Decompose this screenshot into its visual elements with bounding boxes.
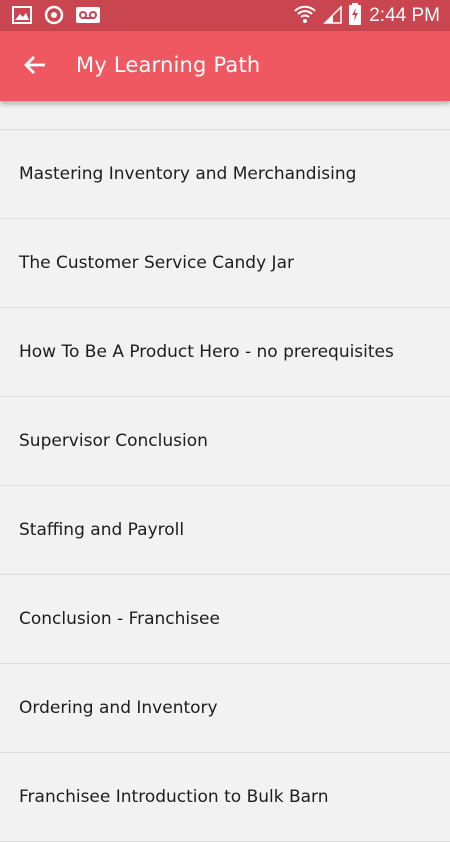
list-item[interactable]: Conclusion - Franchisee (0, 575, 450, 664)
sync-icon (44, 5, 64, 29)
list-item-label: Mastering Inventory and Merchandising (19, 164, 357, 184)
list-item-label: Staffing and Payroll (19, 520, 185, 540)
page-title: My Learning Path (76, 53, 261, 77)
list-item-label: Supervisor Conclusion (19, 431, 208, 451)
list-item[interactable]: Supervisor Conclusion (0, 397, 450, 486)
app-bar: My Learning Path (0, 31, 450, 101)
list-top-divider (0, 101, 450, 130)
signal-icon (323, 4, 343, 28)
list-item-label: Ordering and Inventory (19, 698, 218, 718)
list-item[interactable]: Staffing and Payroll (0, 486, 450, 575)
list-item-label: Conclusion - Franchisee (19, 609, 220, 629)
status-time: 2:44 PM (369, 5, 440, 26)
battery-charging-icon (349, 3, 362, 29)
back-button[interactable] (14, 46, 56, 88)
list-item[interactable]: How To Be A Product Hero - no prerequisi… (0, 308, 450, 397)
gallery-icon (12, 6, 32, 28)
voicemail-icon (76, 7, 100, 27)
list-item-label: The Customer Service Candy Jar (19, 253, 294, 273)
list-item-label: How To Be A Product Hero - no prerequisi… (19, 342, 394, 362)
list-item[interactable]: Franchisee Introduction to Bulk Barn (0, 753, 450, 842)
list-item[interactable]: The Customer Service Candy Jar (0, 219, 450, 308)
list-item[interactable]: Ordering and Inventory (0, 664, 450, 753)
status-bar: 2:44 PM (0, 0, 450, 31)
wifi-icon (293, 4, 317, 28)
list-item-label: Franchisee Introduction to Bulk Barn (19, 787, 329, 807)
arrow-back-icon (24, 55, 46, 79)
list-item[interactable]: Mastering Inventory and Merchandising (0, 130, 450, 219)
learning-path-list: Mastering Inventory and Merchandising Th… (0, 101, 450, 842)
